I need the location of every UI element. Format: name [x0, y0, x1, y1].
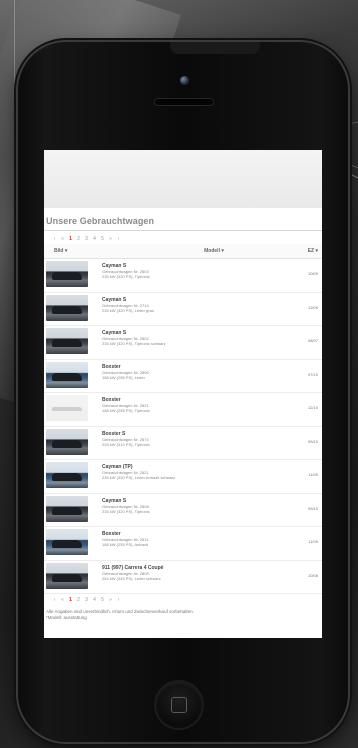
- column-header-modell[interactable]: Modell ▾: [100, 248, 300, 254]
- page-link[interactable]: 3: [84, 598, 89, 603]
- page-link[interactable]: ›: [116, 598, 121, 603]
- table-row[interactable]: Boxster Gebrauchtwagen Nr. 2821 188 kW (25…: [44, 393, 322, 427]
- car-specs: 235 kW (320 PS), Tiptronic: [102, 508, 150, 514]
- car-thumbnail[interactable]: [46, 395, 88, 421]
- car-specs: 228 kW (310 PS), Tiptronic: [102, 441, 150, 447]
- car-specs: 188 kW (255 PS), Antrazit: [102, 542, 149, 547]
- page-link[interactable]: 1: [68, 237, 73, 242]
- car-registration-date: 12/10: [307, 405, 318, 410]
- home-square-icon: [171, 697, 187, 713]
- home-button[interactable]: [156, 682, 202, 728]
- table-row[interactable]: Cayman S Gebrauchtwagen Nr. 2714 235 kW (3…: [44, 293, 322, 326]
- pagination-top: ‹ «1 2 3 4 5» ›: [44, 235, 322, 244]
- browser-header-area: [44, 150, 322, 208]
- page-link[interactable]: 5: [100, 598, 105, 603]
- car-thumbnail[interactable]: [46, 495, 88, 522]
- table-row[interactable]: Cayman S Gebrauchtwagen Nr. 2808 235 kW (3…: [44, 494, 322, 527]
- car-specs: 188 kW (255 PS), Tiptronic: [102, 408, 150, 413]
- car-info: Boxster Gebrauchtwagen Nr. 2806 188 kW (25…: [102, 362, 294, 380]
- page-link[interactable]: ‹: [52, 598, 57, 603]
- car-thumbnail[interactable]: [46, 261, 88, 287]
- car-thumbnail[interactable]: [46, 529, 88, 555]
- column-header-ez[interactable]: EZ ▾: [300, 248, 322, 254]
- front-camera-icon: [180, 76, 189, 85]
- page-link[interactable]: «: [60, 237, 65, 242]
- car-specs: 254 kW (345 PS), Leder schwarz: [102, 575, 161, 581]
- divider: [44, 230, 322, 231]
- car-info: Cayman S Gebrauchtwagen Nr. 2803 235 kW (3…: [102, 261, 294, 279]
- car-thumbnail[interactable]: [46, 562, 88, 589]
- car-thumbnail[interactable]: [46, 361, 88, 388]
- car-info: Cayman S Gebrauchtwagen Nr. 2802 235 kW (3…: [102, 328, 294, 346]
- table-row[interactable]: Cayman S Gebrauchtwagen Nr. 2803 235 kW (3…: [44, 259, 322, 293]
- background-frame-line: [0, 0, 15, 480]
- pagination-bottom: ‹ «1 2 3 4 5» ›: [44, 596, 322, 605]
- car-registration-date: 08/07: [307, 338, 318, 343]
- car-info: 911 (997) Carrera 4 Coupé Gebrauchtwagen …: [102, 563, 294, 581]
- car-info: Boxster S Gebrauchtwagen Nr. 2874 228 kW (…: [102, 429, 294, 447]
- page-link[interactable]: »: [108, 237, 113, 242]
- phone-top-edge: [170, 42, 260, 54]
- page-link[interactable]: 2: [76, 237, 81, 242]
- phone-screen: Unsere Gebrauchtwagen ‹ «1 2 3 4 5» › Bild ▾ M…: [44, 150, 322, 638]
- car-specs: 235 kW (320 PS), Leder grau: [102, 307, 155, 313]
- car-info: Boxster Gebrauchtwagen Nr. 2821 188 kW (25…: [102, 395, 294, 413]
- page-link[interactable]: 3: [84, 237, 89, 242]
- page-link[interactable]: 2: [76, 598, 81, 603]
- car-list: Cayman S Gebrauchtwagen Nr. 2803 235 kW (3…: [44, 259, 322, 594]
- page-link[interactable]: ›: [116, 237, 121, 242]
- disclaimer-line-2: *Modell: ausstattung: [46, 615, 87, 620]
- car-thumbnail[interactable]: [46, 294, 88, 321]
- page-link[interactable]: 5: [100, 237, 105, 242]
- car-registration-date: 11/09: [308, 539, 318, 544]
- table-row[interactable]: Cayman (TP) Gebrauchtwagen Nr. 2821 235 kW…: [44, 460, 322, 494]
- page-link[interactable]: ‹: [52, 237, 57, 242]
- car-registration-date: 10/08: [307, 572, 318, 578]
- page-link[interactable]: 1: [68, 598, 73, 603]
- car-specs: 235 kW (320 PS), Leder Antrazit schwarz: [102, 475, 176, 480]
- car-specs: 235 kW (320 PS), Tiptronic schwarz: [102, 341, 166, 346]
- page-title: Unsere Gebrauchtwagen: [46, 216, 155, 226]
- page-link[interactable]: «: [60, 598, 65, 603]
- car-thumbnail[interactable]: [46, 328, 88, 354]
- table-row[interactable]: Boxster S Gebrauchtwagen Nr. 2874 228 kW (…: [44, 427, 322, 460]
- table-row[interactable]: Boxster Gebrauchtwagen Nr. 2811 188 kW (25…: [44, 527, 322, 561]
- table-row[interactable]: Cayman S Gebrauchtwagen Nr. 2802 235 kW (3…: [44, 326, 322, 360]
- car-registration-date: 07/10: [307, 371, 318, 377]
- car-registration-date: 09/10: [307, 505, 318, 511]
- car-registration-date: 11/09: [308, 472, 318, 477]
- disclaimer-text: Alle Angaben sind unverbindlich. Irrtum …: [44, 605, 322, 621]
- car-info: Boxster Gebrauchtwagen Nr. 2811 188 kW (25…: [102, 529, 294, 547]
- car-info: Cayman S Gebrauchtwagen Nr. 2714 235 kW (3…: [102, 295, 294, 313]
- page-link[interactable]: 4: [92, 237, 97, 242]
- car-registration-date: 05/10: [307, 438, 318, 444]
- car-info: Cayman (TP) Gebrauchtwagen Nr. 2821 235 kW…: [102, 462, 294, 480]
- table-row[interactable]: Boxster Gebrauchtwagen Nr. 2806 188 kW (25…: [44, 360, 322, 393]
- page-link[interactable]: 4: [92, 598, 97, 603]
- earpiece-speaker: [155, 99, 213, 105]
- table-header: Bild ▾ Modell ▾ EZ ▾: [44, 244, 322, 259]
- column-header-bild[interactable]: Bild ▾: [44, 248, 100, 254]
- car-registration-date: 10/09: [307, 271, 318, 276]
- car-info: Cayman S Gebrauchtwagen Nr. 2808 235 kW (3…: [102, 496, 294, 514]
- page-link[interactable]: »: [108, 598, 113, 603]
- car-registration-date: 12/09: [307, 304, 318, 310]
- car-specs: 188 kW (255 PS), Leder: [102, 374, 145, 380]
- table-row[interactable]: 911 (997) Carrera 4 Coupé Gebrauchtwagen …: [44, 561, 322, 594]
- car-specs: 235 kW (320 PS), Tiptronic: [102, 274, 150, 279]
- car-thumbnail[interactable]: [46, 428, 88, 455]
- car-thumbnail[interactable]: [46, 462, 88, 488]
